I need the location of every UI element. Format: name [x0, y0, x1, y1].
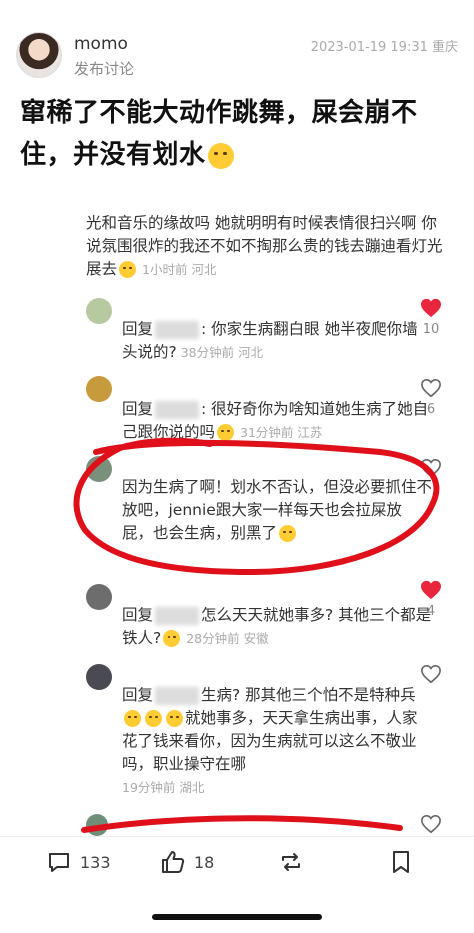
emoji-icon: [279, 525, 297, 542]
reply-prefix: 回复: [122, 686, 154, 704]
like-button[interactable]: [416, 458, 446, 478]
share-button[interactable]: [278, 849, 312, 875]
redacted-name: [155, 606, 200, 625]
redacted-name: [155, 686, 200, 705]
avatar[interactable]: [86, 814, 108, 836]
emoji-icon: [166, 710, 183, 727]
comment-body: 光和音乐的缘故吗 她就明明有时候表情很扫兴啊 你说氛围很炸的我还不如不掏那么贵的…: [86, 212, 446, 281]
reply-meta: 31分钟前 江苏: [240, 425, 323, 440]
reply-item[interactable]: 回复: 你家生病翻白眼 她半夜爬你墙头说的? 38分钟前 河北: [86, 296, 418, 366]
reply-meta: 19分钟前 湖北: [122, 780, 205, 795]
heart-filled-icon: [421, 298, 441, 318]
reply-prefix: 回复: [122, 606, 154, 624]
post-type-label: 发布讨论: [74, 60, 135, 78]
bottom-action-bar: 133 18: [0, 836, 474, 888]
author-name[interactable]: momo: [74, 34, 128, 54]
reply-text: 因为生病了啊！划水不否认，但没必要抓住不放吧，jennie跟大家一样每天也会拉屎…: [122, 476, 432, 545]
heart-outline-icon: [421, 458, 441, 478]
comment-meta: 1小时前 河北: [142, 262, 217, 277]
avatar[interactable]: [86, 456, 112, 482]
redacted-name: [155, 400, 200, 419]
heart-outline-icon: [421, 378, 441, 398]
reply-item[interactable]: 回复: 很好奇你为啥知道她生病了她自己跟你说的吗 31分钟前 江苏: [86, 376, 428, 446]
reply-text: 回复 怎么天天就她事多? 其他三个都是铁人? 28分钟前 安徽: [122, 604, 432, 650]
like-post-button[interactable]: 18: [160, 849, 214, 875]
reply-prefix: 回复: [122, 320, 154, 338]
emoji-icon: [124, 710, 141, 727]
reply-item[interactable]: 回复 生病? 那其他三个怕不是特种兵就她事多，天天拿生病出事，人家花了钱来看你，因…: [86, 662, 418, 802]
reply-content: 因为生病了啊！划水不否认，但没必要抓住不放吧，jennie跟大家一样每天也会拉屎…: [122, 478, 433, 542]
like-button[interactable]: [416, 664, 446, 684]
avatar[interactable]: [86, 298, 112, 324]
avatar[interactable]: [86, 664, 112, 690]
post-title: 窜稀了不能大动作跳舞，屎会崩不住，并没有划水: [20, 92, 460, 176]
avatar[interactable]: [86, 584, 112, 610]
like-count: 6: [426, 402, 436, 417]
emoji-icon: [163, 630, 181, 647]
emoji-icon: [119, 261, 137, 278]
comment-count: 133: [80, 852, 111, 872]
like-count: 18: [194, 852, 215, 872]
heart-outline-icon: [421, 814, 441, 834]
post-timestamp: 2023-01-19 19:31 重庆: [310, 40, 458, 55]
home-indicator: [152, 914, 322, 920]
heart-outline-icon: [421, 664, 441, 684]
reply-text: 回复: 很好奇你为啥知道她生病了她自己跟你说的吗 31分钟前 江苏: [122, 398, 432, 444]
bookmark-icon: [393, 851, 409, 873]
like-button[interactable]: 10: [416, 298, 446, 337]
emoji-icon: [145, 710, 162, 727]
bookmark-button[interactable]: [388, 849, 422, 875]
post-header: momo 发布讨论 2023-01-19 19:31 重庆: [16, 28, 458, 80]
reply-text: 回复: 你家生病翻白眼 她半夜爬你墙头说的? 38分钟前 河北: [122, 318, 432, 364]
comment-button[interactable]: 133: [46, 849, 111, 875]
reply-item[interactable]: 因为生病了啊！划水不否认，但没必要抓住不放吧，jennie跟大家一样每天也会拉屎…: [86, 456, 432, 556]
crying-emoji-icon: [207, 142, 234, 169]
avatar[interactable]: [86, 376, 112, 402]
reply-meta: 28分钟前 安徽: [186, 631, 269, 646]
heart-filled-icon: [421, 580, 441, 600]
reply-item[interactable]: [86, 814, 416, 836]
reply-item[interactable]: 回复 怎么天天就她事多? 其他三个都是铁人? 28分钟前 安徽: [86, 584, 431, 654]
emoji-icon: [217, 424, 235, 441]
redacted-name: [155, 320, 200, 339]
comment-text: 光和音乐的缘故吗 她就明明有时候表情很扫兴啊 你说氛围很炸的我还不如不掏那么贵的…: [86, 214, 443, 278]
like-button[interactable]: 6: [416, 378, 446, 417]
reply-content: 生病? 那其他三个怕不是特种兵: [201, 686, 416, 704]
avatar[interactable]: [16, 32, 62, 78]
reply-meta: 38分钟前 河北: [180, 345, 264, 360]
comment-icon: [49, 853, 69, 872]
thumbs-up-icon: [162, 851, 185, 873]
like-button[interactable]: [416, 814, 446, 834]
repost-icon: [282, 853, 300, 871]
like-button[interactable]: 4: [416, 580, 446, 619]
reply-prefix: 回复: [122, 400, 154, 418]
like-count: 4: [426, 604, 436, 619]
reply-text: 回复 生病? 那其他三个怕不是特种兵就她事多，天天拿生病出事，人家花了钱来看你，因…: [122, 684, 432, 799]
like-count: 10: [422, 322, 440, 337]
